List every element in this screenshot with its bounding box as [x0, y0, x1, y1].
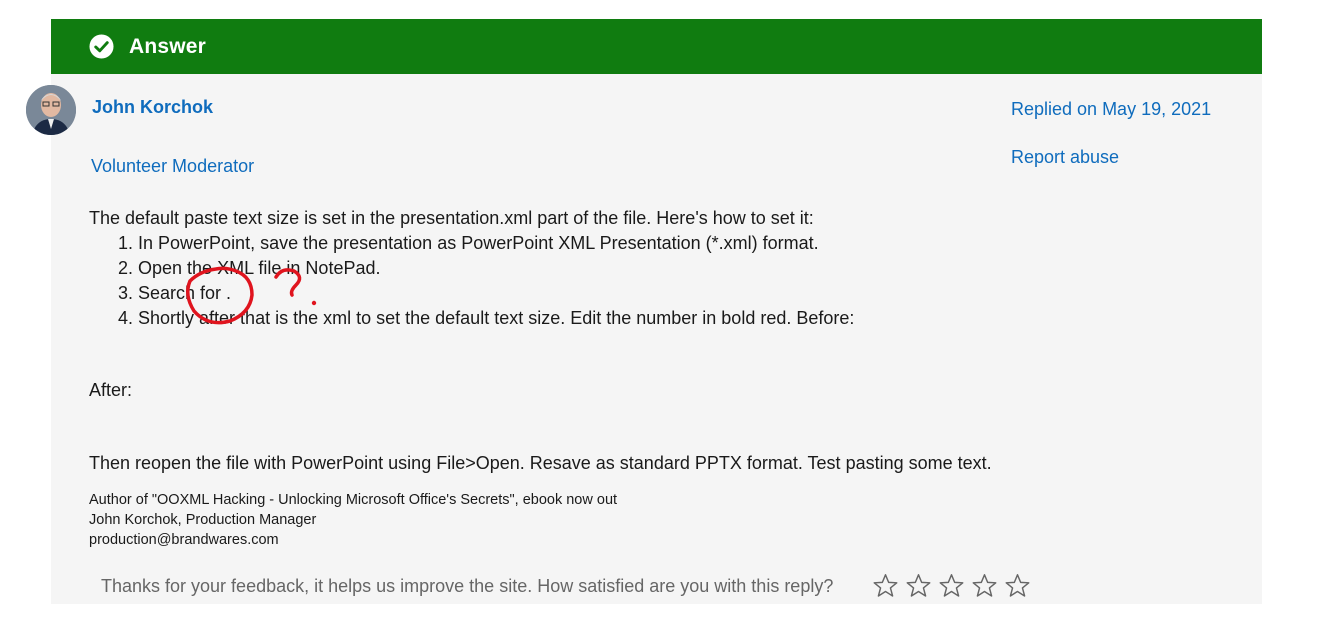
- author-name-link[interactable]: John Korchok: [92, 97, 213, 118]
- after-label: After:: [89, 380, 133, 400]
- check-circle-icon: [89, 34, 114, 59]
- signature-line: Author of "OOXML Hacking - Unlocking Mic…: [89, 492, 618, 508]
- steps-list: 1. In PowerPoint, save the presentation …: [118, 231, 854, 331]
- star-icon[interactable]: [1004, 572, 1031, 599]
- answer-label: Answer: [129, 35, 207, 58]
- signature-line: John Korchok, Production Manager: [89, 512, 317, 528]
- star-icon[interactable]: [872, 572, 899, 599]
- closing-text: Then reopen the file with PowerPoint usi…: [89, 453, 992, 473]
- report-abuse-link[interactable]: Report abuse: [1011, 147, 1119, 168]
- star-icon[interactable]: [938, 572, 965, 599]
- replied-date-link[interactable]: Replied on May 19, 2021: [1011, 99, 1211, 120]
- signature-email: production@brandwares.com: [89, 532, 279, 548]
- list-item: 2. Open the XML file in NotePad.: [118, 258, 381, 278]
- list-item: 4. Shortly after that is the xml to set …: [118, 308, 855, 328]
- intro-text: The default paste text size is set in th…: [89, 208, 814, 228]
- rating-stars: [872, 572, 1031, 599]
- star-icon[interactable]: [971, 572, 998, 599]
- list-item: 1. In PowerPoint, save the presentation …: [118, 233, 819, 253]
- avatar[interactable]: [26, 85, 76, 135]
- answer-header: Answer: [51, 19, 1262, 74]
- author-role-link[interactable]: Volunteer Moderator: [91, 156, 254, 177]
- feedback-prompt: Thanks for your feedback, it helps us im…: [101, 576, 834, 596]
- star-icon[interactable]: [905, 572, 932, 599]
- list-item: 3. Search for .: [118, 283, 232, 303]
